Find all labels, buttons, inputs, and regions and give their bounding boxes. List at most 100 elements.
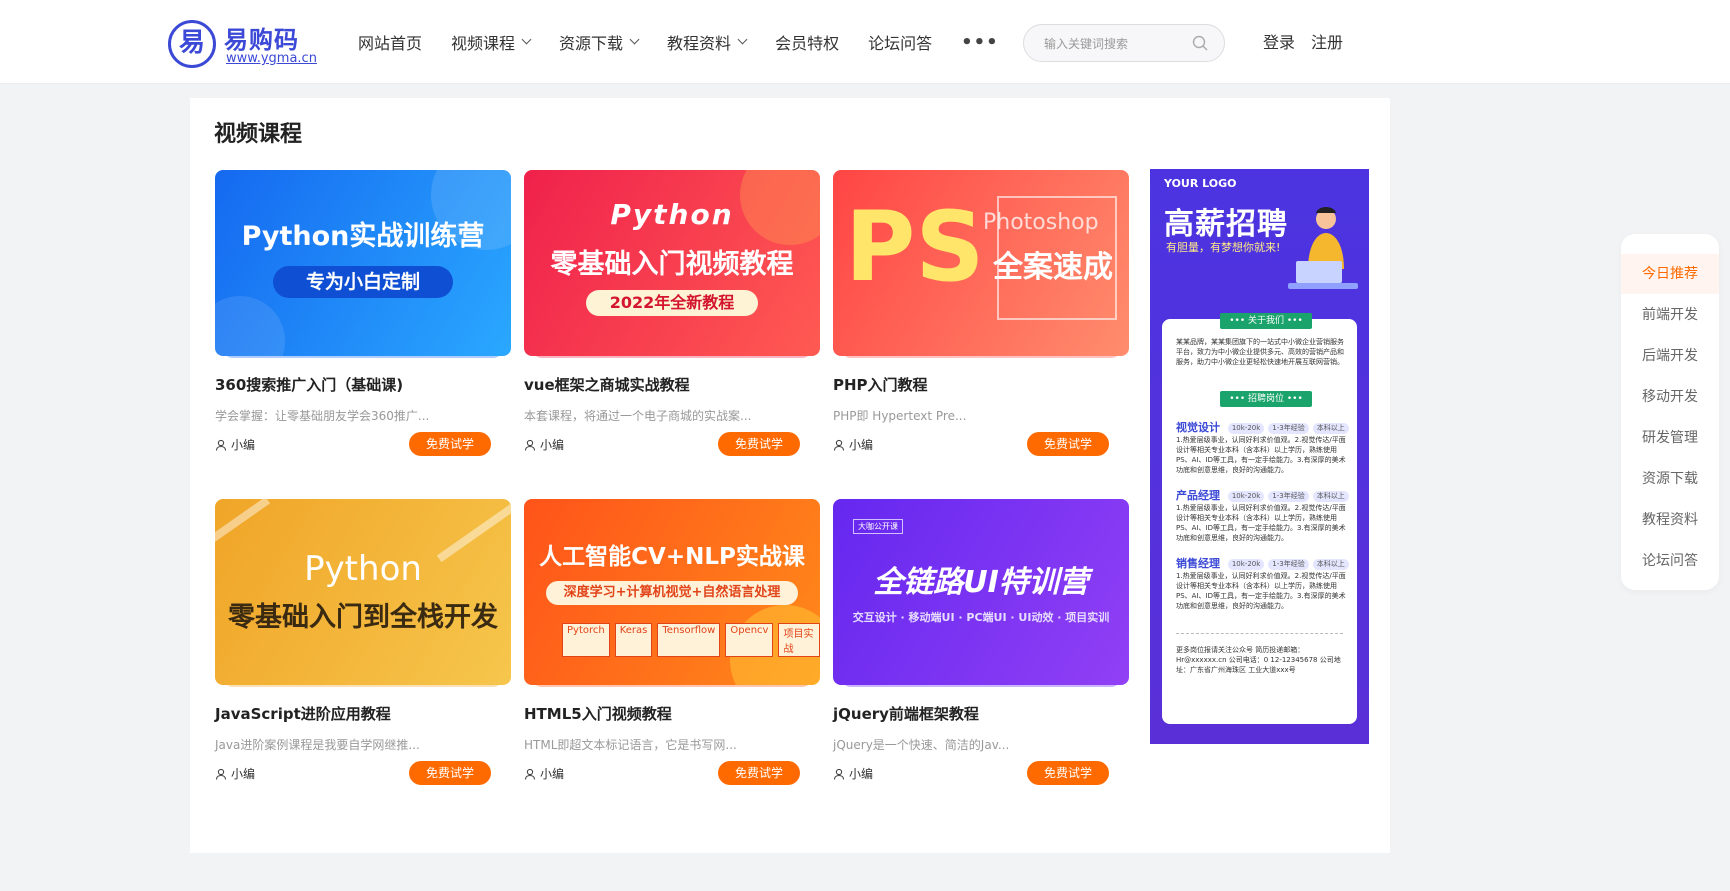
- chevron-down-icon: [737, 34, 748, 45]
- sidebar-item-backend[interactable]: 后端开发: [1621, 336, 1719, 376]
- job-name: 产品经理: [1176, 489, 1220, 502]
- user-icon: [833, 768, 845, 780]
- course-title[interactable]: PHP入门教程: [833, 374, 928, 395]
- course-desc: 学会掌握：让零基础朋友学会360推广...: [215, 409, 430, 423]
- free-trial-button[interactable]: 免费试学: [409, 761, 491, 785]
- course-title[interactable]: JavaScript进阶应用教程: [215, 703, 391, 724]
- course-title[interactable]: vue框架之商城实战教程: [524, 374, 690, 395]
- nav-forum[interactable]: 论坛问答: [868, 30, 932, 54]
- course-thumbnail[interactable]: PS Photoshop 全案速成: [833, 170, 1129, 356]
- ad-job-title: 销售经理 10k-20k 1-3年经验 本科以上: [1176, 555, 1349, 571]
- user-icon: [833, 439, 845, 451]
- section-title: 视频课程: [214, 122, 303, 147]
- site-header: 易 易购码 www.ygma.cn 网站首页 视频课程 资源下载 教程资料 会员…: [0, 0, 1730, 84]
- thumb-tag: 项目实战: [778, 623, 820, 657]
- job-pill: 10k-20k: [1227, 422, 1265, 434]
- sidebar-item-frontend[interactable]: 前端开发: [1621, 295, 1719, 335]
- decor-circle: [215, 296, 285, 356]
- nav-label: 教程资料: [667, 34, 732, 53]
- course-thumbnail[interactable]: 大咖公开课 全链路UI特训营 交互设计 · 移动端UI · PC端UI · UI…: [833, 499, 1129, 685]
- sidebar-item-rd-management[interactable]: 研发管理: [1621, 418, 1719, 458]
- course-author: 小编: [833, 436, 873, 453]
- course-desc: jQuery是一个快速、简洁的Jav...: [833, 738, 1010, 752]
- free-trial-button[interactable]: 免费试学: [718, 761, 800, 785]
- nav-tutorials[interactable]: 教程资料: [667, 30, 748, 54]
- course-card[interactable]: 人工智能CV+NLP实战课 深度学习+计算机视觉+自然语言处理 Pytorch …: [524, 499, 820, 789]
- person-at-laptop-illustration: [1288, 207, 1358, 289]
- sidebar-item-forum[interactable]: 论坛问答: [1621, 541, 1719, 581]
- ad-logo: YOUR LOGO: [1164, 177, 1237, 190]
- nav-membership[interactable]: 会员特权: [775, 30, 839, 54]
- course-title[interactable]: HTML5入门视频教程: [524, 703, 672, 724]
- course-author: 小编: [215, 436, 255, 453]
- course-card[interactable]: PS Photoshop 全案速成 PHP入门教程 PHP即 Hypertext…: [833, 170, 1129, 460]
- course-card[interactable]: 大咖公开课 全链路UI特训营 交互设计 · 移动端UI · PC端UI · UI…: [833, 499, 1129, 789]
- ad-about-tag: ••• 关于我们 •••: [1220, 313, 1312, 329]
- thumb-badge: 大咖公开课: [853, 519, 903, 534]
- nav-resource-download[interactable]: 资源下载: [559, 30, 640, 54]
- free-trial-button[interactable]: 免费试学: [1027, 761, 1109, 785]
- nav-home[interactable]: 网站首页: [358, 30, 422, 54]
- ad-subtitle: 有胆量，有梦想你就来!: [1166, 241, 1281, 254]
- job-name: 视觉设计: [1176, 421, 1220, 434]
- login-link[interactable]: 登录: [1263, 29, 1295, 53]
- course-card[interactable]: Python 零基础入门到全栈开发 JavaScript进阶应用教程 Java进…: [215, 499, 511, 789]
- job-pill: 本科以上: [1312, 490, 1349, 502]
- thumb-caption: Photoshop: [983, 210, 1099, 235]
- chevron-down-icon: [521, 34, 532, 45]
- course-desc: Java进阶案例课程是我要自学网继推...: [215, 738, 420, 752]
- auth-links: 登录 注册: [1263, 29, 1359, 53]
- sidebar-item-recommended[interactable]: 今日推荐: [1621, 254, 1719, 294]
- author-name: 小编: [849, 767, 874, 781]
- sidebar-item-downloads[interactable]: 资源下载: [1621, 459, 1719, 499]
- course-thumbnail[interactable]: Python 零基础入门到全栈开发: [215, 499, 511, 685]
- divider: [1176, 633, 1343, 634]
- more-menu-icon[interactable]: •••: [961, 32, 999, 53]
- job-pill: 10k-20k: [1227, 558, 1265, 570]
- job-pill: 本科以上: [1312, 558, 1349, 570]
- decor-stripe: [215, 499, 271, 550]
- ad-title: 高薪招聘: [1164, 207, 1288, 242]
- course-title[interactable]: jQuery前端框架教程: [833, 703, 979, 724]
- site-logo[interactable]: 易 易购码 www.ygma.cn: [168, 18, 317, 68]
- free-trial-button[interactable]: 免费试学: [718, 432, 800, 456]
- thumb-subtitle: 零基础入门到全栈开发: [228, 602, 498, 633]
- ad-job-title: 产品经理 10k-20k 1-3年经验 本科以上: [1176, 487, 1349, 503]
- logo-title: 易购码: [224, 26, 299, 54]
- nav-video-courses[interactable]: 视频课程: [451, 30, 532, 54]
- logo-url: www.ygma.cn: [226, 51, 317, 66]
- category-sidebar: 今日推荐 前端开发 后端开发 移动开发 研发管理 资源下载 教程资料 论坛问答: [1621, 234, 1719, 590]
- thumb-headline: PS: [845, 191, 985, 303]
- sidebar-item-tutorials[interactable]: 教程资料: [1621, 500, 1719, 540]
- ad-job-desc: 1.热爱层级事业，认同好利求价值观。2.视觉传达/平面设计等相关专业本科（含本科…: [1176, 572, 1346, 610]
- course-desc: 本套课程，将通过一个电子商城的实战案...: [524, 409, 752, 423]
- job-pill: 1-3年经验: [1268, 422, 1309, 434]
- search-icon[interactable]: [1192, 35, 1208, 51]
- thumb-subtitle: 专为小白定制: [273, 266, 453, 298]
- chevron-down-icon: [629, 34, 640, 45]
- nav-label: 网站首页: [358, 34, 423, 53]
- thumb-headline: 全链路UI特训营: [873, 565, 1089, 600]
- register-link[interactable]: 注册: [1311, 29, 1343, 53]
- nav-label: 资源下载: [559, 34, 624, 53]
- user-icon: [524, 768, 536, 780]
- job-pill: 1-3年经验: [1268, 558, 1309, 570]
- course-card[interactable]: Python实战训练营 专为小白定制 360搜索推广入门（基础课) 学会掌握：让…: [215, 170, 511, 460]
- free-trial-button[interactable]: 免费试学: [1027, 432, 1109, 456]
- course-title[interactable]: 360搜索推广入门（基础课): [215, 374, 403, 395]
- user-icon: [524, 439, 536, 451]
- ad-job-desc: 1.热爱层级事业，认同好利求价值观。2.视觉传达/平面设计等相关专业本科（含本科…: [1176, 436, 1346, 474]
- course-thumbnail[interactable]: Python实战训练营 专为小白定制: [215, 170, 511, 356]
- thumb-subtitle: 零基础入门视频教程: [550, 249, 794, 280]
- course-thumbnail[interactable]: 人工智能CV+NLP实战课 深度学习+计算机视觉+自然语言处理 Pytorch …: [524, 499, 820, 685]
- course-author: 小编: [524, 765, 564, 782]
- sidebar-item-mobile[interactable]: 移动开发: [1621, 377, 1719, 417]
- logo-mark: 易: [168, 20, 216, 68]
- thumb-tag: Tensorflow: [657, 623, 721, 657]
- thumb-headline: Python: [610, 198, 734, 231]
- course-card[interactable]: Python 零基础入门视频教程 2022年全新教程 vue框架之商城实战教程 …: [524, 170, 820, 460]
- recruitment-ad-banner[interactable]: YOUR LOGO 高薪招聘 有胆量，有梦想你就来! ••• 关于我们 ••• …: [1150, 169, 1369, 744]
- course-thumbnail[interactable]: Python 零基础入门视频教程 2022年全新教程: [524, 170, 820, 356]
- search-input[interactable]: [1044, 35, 1184, 53]
- free-trial-button[interactable]: 免费试学: [409, 432, 491, 456]
